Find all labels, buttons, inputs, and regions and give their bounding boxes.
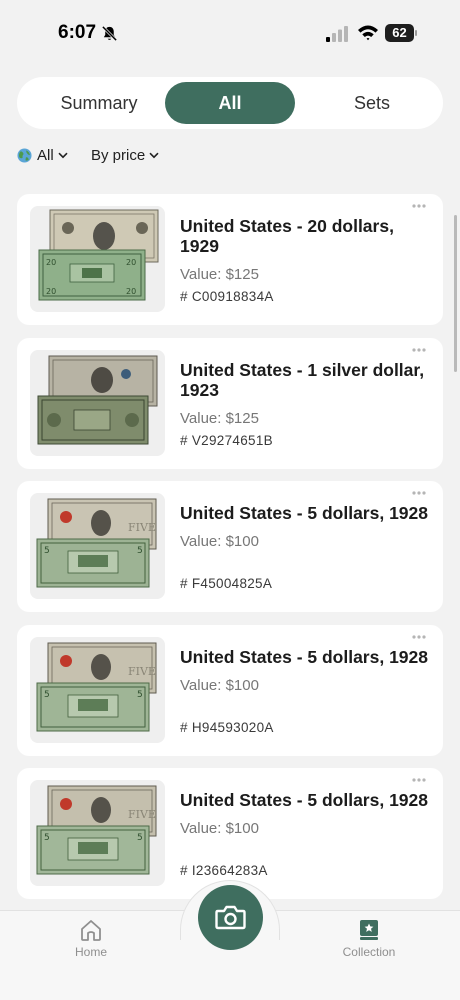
more-icon[interactable] [411, 776, 427, 784]
banknote-thumbnail: 20 20 20 20 [30, 206, 165, 312]
wifi-icon [358, 25, 378, 41]
banknote-thumbnail: FIVE 5 5 [30, 493, 165, 599]
item-value: Value: $125 [180, 409, 259, 427]
svg-text:20: 20 [126, 287, 136, 296]
collection-icon [360, 920, 378, 940]
item-serial: # C00918834A [180, 289, 274, 304]
scrollbar[interactable] [454, 215, 457, 372]
svg-text:5: 5 [44, 690, 50, 700]
svg-text:20: 20 [46, 287, 56, 296]
item-serial: # F45004825A [180, 576, 273, 591]
svg-text:5: 5 [137, 833, 143, 843]
svg-text:20: 20 [46, 258, 56, 267]
item-title: United States - 5 dollars, 1928 [180, 646, 429, 667]
item-title: United States - 20 dollars, 1929 [180, 216, 394, 256]
svg-text:FIVE: FIVE [128, 521, 156, 534]
item-serial: # H94593020A [180, 719, 274, 735]
tab-collection[interactable]: Collection [324, 918, 414, 959]
svg-text:FIVE: FIVE [128, 665, 156, 678]
svg-text:5: 5 [44, 833, 50, 843]
battery-level: 62 [392, 25, 407, 40]
status-bar: 6:07 62 [0, 0, 460, 66]
globe-icon [17, 147, 32, 163]
camera-icon [215, 905, 246, 930]
status-time: 6:07 [58, 22, 97, 43]
chevron-down-icon [149, 152, 159, 158]
item-value: Value: $125 [180, 266, 259, 283]
item-title: United States - 5 dollars, 1928 [180, 790, 429, 810]
svg-text:20: 20 [126, 258, 136, 267]
chevron-down-icon [58, 152, 68, 158]
banknote-thumbnail [30, 349, 165, 456]
svg-text:FIVE: FIVE [128, 808, 156, 821]
item-value: Value: $100 [180, 533, 259, 550]
banknote-list: 20 20 20 20 United States - 20 dollars, … [17, 194, 443, 912]
sort-filter[interactable]: By price [91, 144, 159, 166]
svg-text:5: 5 [137, 546, 143, 556]
item-title: United States - 1 silver dollar, 1923 [180, 359, 425, 400]
signal-icon [326, 26, 348, 42]
tab-all[interactable]: All [165, 82, 295, 124]
tab-collection-label: Collection [342, 945, 396, 959]
sort-filter-label: By price [91, 146, 146, 164]
more-icon[interactable] [411, 202, 427, 210]
list-item[interactable]: 20 20 20 20 United States - 20 dollars, … [17, 194, 443, 325]
bell-slash-icon [101, 25, 118, 42]
banknote-thumbnail: FIVE 5 5 [30, 636, 165, 743]
tab-summary[interactable]: Summary [29, 82, 169, 124]
banknote-thumbnail: FIVE 5 5 [30, 780, 165, 886]
more-icon[interactable] [411, 346, 427, 354]
item-serial: # I23664283A [180, 863, 268, 878]
home-icon [81, 920, 101, 941]
item-value: Value: $100 [180, 820, 259, 837]
view-segmented-control: Summary All Sets [17, 77, 443, 129]
list-item[interactable]: United States - 1 silver dollar, 1923 Va… [17, 337, 443, 469]
svg-text:5: 5 [137, 690, 143, 700]
svg-text:5: 5 [44, 546, 50, 556]
tab-home[interactable]: Home [46, 918, 136, 959]
region-filter-label: All [37, 146, 54, 164]
list-item[interactable]: FIVE 5 5 United States - 5 dollars, 1928… [17, 481, 443, 612]
item-serial: # V29274651B [180, 432, 273, 448]
list-item[interactable]: FIVE 5 5 United States - 5 dollars, 1928… [17, 624, 443, 756]
region-filter[interactable]: All [17, 144, 68, 166]
item-value: Value: $100 [180, 676, 259, 694]
battery-indicator: 62 [385, 24, 417, 42]
tab-sets[interactable]: Sets [302, 82, 442, 124]
camera-button[interactable] [198, 885, 263, 950]
item-title: United States - 5 dollars, 1928 [180, 503, 429, 523]
more-icon[interactable] [411, 489, 427, 497]
more-icon[interactable] [411, 633, 427, 641]
tab-home-label: Home [74, 945, 107, 959]
